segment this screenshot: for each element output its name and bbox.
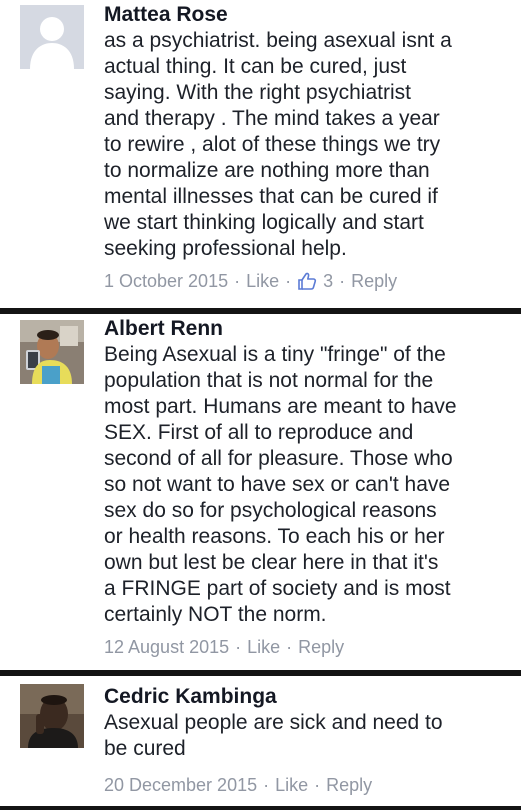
comment-text: Asexual people are sick and need to be c… <box>104 711 443 760</box>
comment-meta: 12 August 2015 · Like · Reply <box>104 636 507 658</box>
avatar[interactable] <box>20 684 84 748</box>
reply-link[interactable]: Reply <box>326 774 372 796</box>
avatar[interactable] <box>20 320 84 384</box>
separator: · <box>263 775 270 795</box>
like-link[interactable]: Like <box>247 636 280 658</box>
separator: · <box>286 637 293 657</box>
comment-text: Being Asexual is a tiny "fringe" of the … <box>104 343 457 626</box>
comment-author[interactable]: Mattea Rose <box>104 2 507 28</box>
comment-author[interactable]: Albert Renn <box>104 316 507 342</box>
comment-item: Cedric Kambinga Asexual people are sick … <box>0 676 521 810</box>
comment-item: Albert Renn Being Asexual is a tiny "fri… <box>0 314 521 670</box>
comment-meta: 1 October 2015 · Like · 3 · Reply <box>104 270 507 292</box>
comment-date[interactable]: 20 December 2015 <box>104 774 257 796</box>
thumbs-up-icon[interactable] <box>297 271 317 291</box>
avatar[interactable] <box>20 5 84 69</box>
reply-link[interactable]: Reply <box>351 270 397 292</box>
like-link[interactable]: Like <box>275 774 308 796</box>
like-link[interactable]: Like <box>246 270 279 292</box>
profile-photo-portrait <box>20 684 84 748</box>
comment-author[interactable]: Cedric Kambinga <box>104 684 507 710</box>
default-profile-silhouette-icon <box>20 5 84 69</box>
separator: · <box>339 271 346 291</box>
comment-text: as a psychiatrist. being asexual isnt a … <box>104 29 452 260</box>
reply-link[interactable]: Reply <box>298 636 344 658</box>
comment-meta: 20 December 2015 · Like · Reply <box>104 774 507 796</box>
separator: · <box>285 271 292 291</box>
like-count[interactable]: 3 <box>323 270 333 292</box>
separator: · <box>314 775 321 795</box>
separator: · <box>235 637 242 657</box>
comment-date[interactable]: 12 August 2015 <box>104 636 229 658</box>
comment-item: Mattea Rose as a psychiatrist. being ase… <box>0 0 521 308</box>
profile-photo-selfie <box>20 320 84 384</box>
comment-divider <box>0 806 521 810</box>
separator: · <box>234 271 241 291</box>
comment-date[interactable]: 1 October 2015 <box>104 270 228 292</box>
